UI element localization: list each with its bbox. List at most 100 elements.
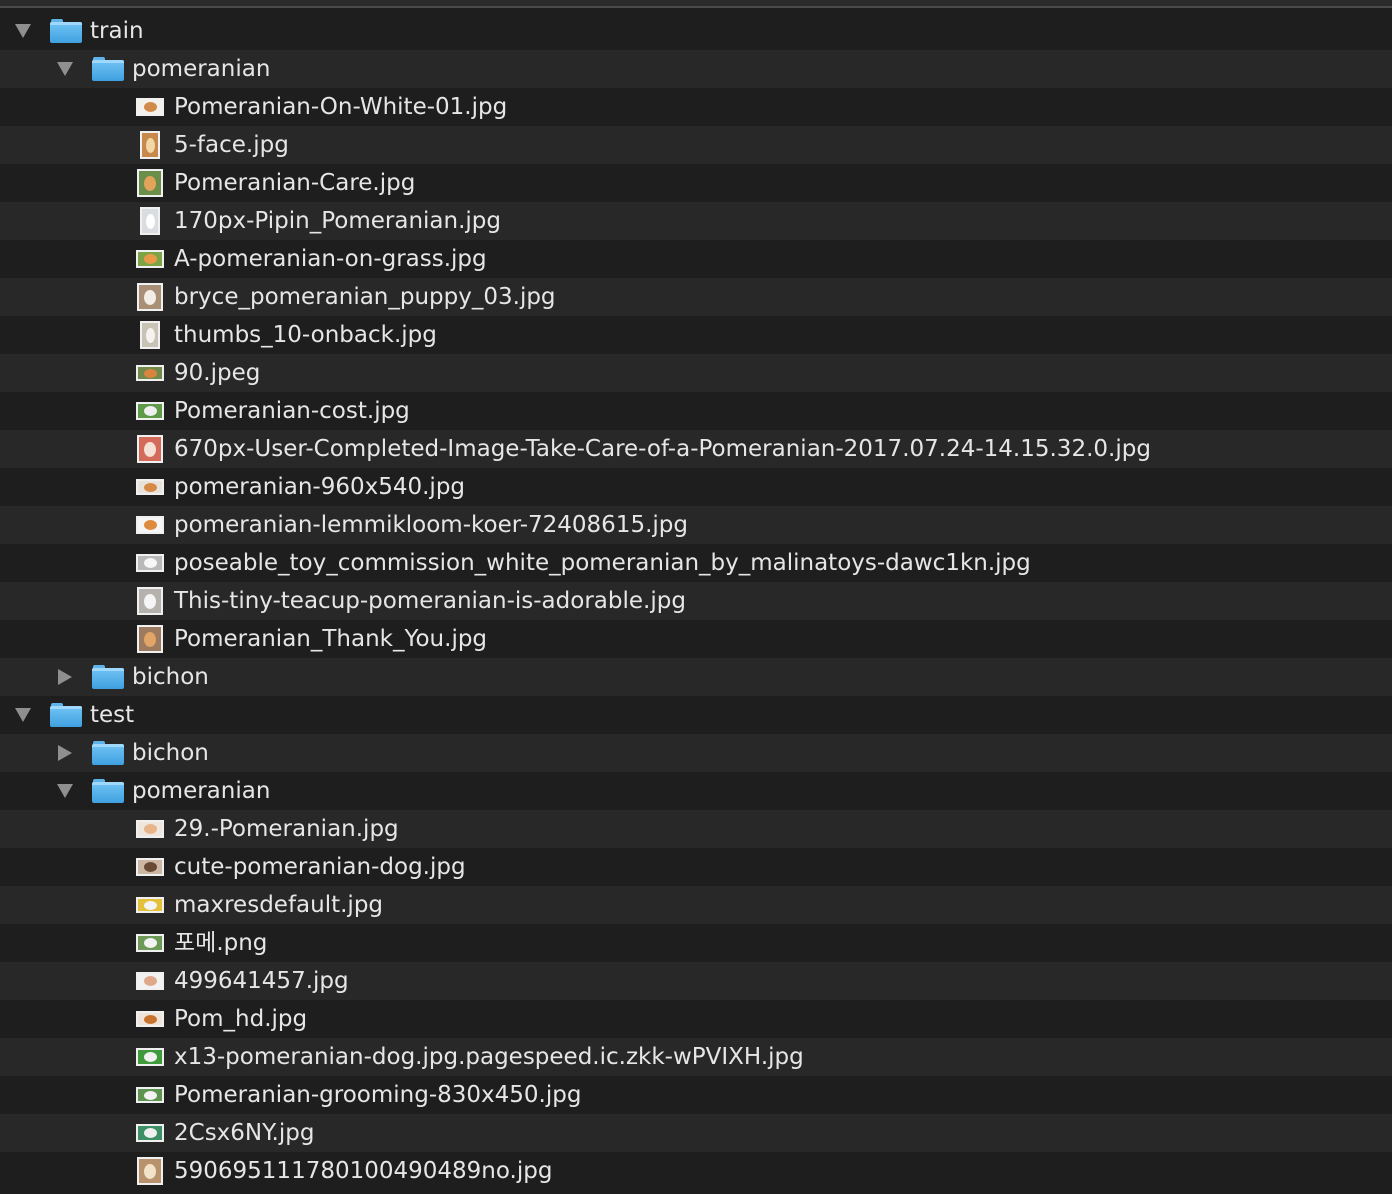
image-thumbnail-icon [137,625,163,653]
folder-icon [92,779,124,803]
top-border [0,0,1392,8]
image-thumbnail-icon [140,207,160,235]
file-row[interactable]: Pomeranian-cost.jpg [0,392,1392,430]
image-thumbnail-icon [136,934,164,952]
file-row[interactable]: pomeranian-lemmikloom-koer-72408615.jpg [0,506,1392,544]
image-thumbnail-icon [140,321,160,349]
image-thumbnail-icon [136,972,164,990]
image-thumbnail-icon [136,516,164,534]
folder-row-bichon[interactable]: bichon [0,734,1392,772]
file-name: Pomeranian-cost.jpg [174,398,410,424]
file-row[interactable]: 5-face.jpg [0,126,1392,164]
image-thumbnail-icon [136,820,164,838]
folder-row-pomeranian[interactable]: pomeranian [0,772,1392,810]
file-name: Pom_hd.jpg [174,1006,308,1032]
file-name: 5-face.jpg [174,132,289,158]
file-name: bryce_pomeranian_puppy_03.jpg [174,284,556,310]
image-thumbnail-icon [136,1124,164,1142]
file-name: pomeranian-960x540.jpg [174,474,466,500]
folder-row-bichon[interactable]: bichon [0,658,1392,696]
file-tree-view: train pomeranian Pomeranian-On-White-01.jp… [0,0,1392,1194]
image-thumbnail-icon [136,554,164,572]
file-name: This-tiny-teacup-pomeranian-is-adorable.… [174,588,686,614]
file-row[interactable]: 포메.png [0,924,1392,962]
file-row[interactable]: Pomeranian_Thank_You.jpg [0,620,1392,658]
file-row[interactable]: A-pomeranian-on-grass.jpg [0,240,1392,278]
folder-icon [50,19,82,43]
image-thumbnail-icon [137,169,163,197]
file-name: 포메.png [174,930,268,956]
image-thumbnail-icon [140,131,160,159]
file-row[interactable]: x13-pomeranian-dog.jpg.pagespeed.ic.zkk-… [0,1038,1392,1076]
file-row[interactable]: 590695111780100490489no.jpg [0,1152,1392,1190]
file-name: Pomeranian-grooming-830x450.jpg [174,1082,582,1108]
file-row[interactable]: 670px-User-Completed-Image-Take-Care-of-… [0,430,1392,468]
image-thumbnail-icon [137,283,163,311]
disclosure-collapsed-icon[interactable] [54,666,76,688]
tree-rows: train pomeranian Pomeranian-On-White-01.jp… [0,12,1392,1190]
file-name: 29.-Pomeranian.jpg [174,816,399,842]
folder-row-test[interactable]: test [0,696,1392,734]
disclosure-expanded-icon[interactable] [12,20,34,42]
image-thumbnail-icon [137,587,163,615]
image-thumbnail-icon [136,250,164,268]
folder-name: pomeranian [132,56,271,82]
folder-icon [92,57,124,81]
disclosure-expanded-icon[interactable] [12,704,34,726]
file-row[interactable]: 29.-Pomeranian.jpg [0,810,1392,848]
folder-row-pomeranian[interactable]: pomeranian [0,50,1392,88]
folder-icon [50,703,82,727]
image-thumbnail-icon [136,402,164,420]
file-name: Pomeranian-On-White-01.jpg [174,94,508,120]
file-row[interactable]: 90.jpeg [0,354,1392,392]
file-name: thumbs_10-onback.jpg [174,322,437,348]
file-name: 170px-Pipin_Pomeranian.jpg [174,208,501,234]
image-thumbnail-icon [136,1011,164,1027]
file-name: Pomeranian_Thank_You.jpg [174,626,488,652]
disclosure-expanded-icon[interactable] [54,58,76,80]
file-row[interactable]: bryce_pomeranian_puppy_03.jpg [0,278,1392,316]
file-row[interactable]: 499641457.jpg [0,962,1392,1000]
folder-icon [92,741,124,765]
image-thumbnail-icon [137,435,163,463]
folder-name: train [90,18,144,44]
file-name: Pomeranian-Care.jpg [174,170,416,196]
file-row[interactable]: poseable_toy_commission_white_pomeranian… [0,544,1392,582]
file-row[interactable]: cute-pomeranian-dog.jpg [0,848,1392,886]
folder-name: pomeranian [132,778,271,804]
file-row[interactable]: 2Csx6NY.jpg [0,1114,1392,1152]
file-row[interactable]: This-tiny-teacup-pomeranian-is-adorable.… [0,582,1392,620]
file-row[interactable]: pomeranian-960x540.jpg [0,468,1392,506]
file-row[interactable]: maxresdefault.jpg [0,886,1392,924]
file-name: 499641457.jpg [174,968,349,994]
image-thumbnail-icon [136,1087,164,1103]
folder-name: bichon [132,664,209,690]
file-name: 90.jpeg [174,360,261,386]
image-thumbnail-icon [136,98,164,116]
disclosure-expanded-icon[interactable] [54,780,76,802]
file-name: cute-pomeranian-dog.jpg [174,854,466,880]
file-name: poseable_toy_commission_white_pomeranian… [174,550,1031,576]
image-thumbnail-icon [136,365,164,381]
image-thumbnail-icon [136,479,164,495]
file-name: 670px-User-Completed-Image-Take-Care-of-… [174,436,1151,462]
file-row[interactable]: 170px-Pipin_Pomeranian.jpg [0,202,1392,240]
file-name: A-pomeranian-on-grass.jpg [174,246,487,272]
file-name: 2Csx6NY.jpg [174,1120,315,1146]
file-row[interactable]: Pomeranian-grooming-830x450.jpg [0,1076,1392,1114]
folder-name: bichon [132,740,209,766]
image-thumbnail-icon [136,1048,164,1066]
file-row[interactable]: Pomeranian-On-White-01.jpg [0,88,1392,126]
image-thumbnail-icon [136,858,164,876]
file-name: maxresdefault.jpg [174,892,384,918]
file-row[interactable]: thumbs_10-onback.jpg [0,316,1392,354]
file-name: 590695111780100490489no.jpg [174,1158,553,1184]
image-thumbnail-icon [137,1157,163,1185]
folder-row-train[interactable]: train [0,12,1392,50]
disclosure-collapsed-icon[interactable] [54,742,76,764]
folder-name: test [90,702,135,728]
image-thumbnail-icon [136,897,164,913]
file-row[interactable]: Pomeranian-Care.jpg [0,164,1392,202]
file-row[interactable]: Pom_hd.jpg [0,1000,1392,1038]
file-name: x13-pomeranian-dog.jpg.pagespeed.ic.zkk-… [174,1044,804,1070]
